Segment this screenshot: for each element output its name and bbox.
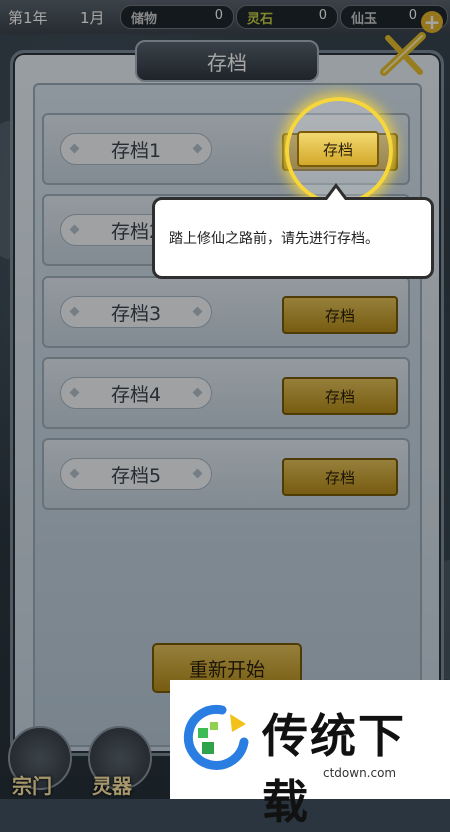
watermark-logo-icon [183, 704, 249, 770]
tutorial-tooltip: 踏上修仙之路前，请先进行存档。 [152, 197, 434, 279]
highlighted-save-button[interactable]: 存档 [297, 131, 379, 167]
watermark-url: ctdown.com [323, 766, 397, 780]
watermark-banner: 传统下载 ctdown.com [170, 680, 450, 829]
tooltip-arrow-fill [327, 188, 345, 200]
tutorial-tooltip-text: 踏上修仙之路前，请先进行存档。 [169, 231, 379, 247]
